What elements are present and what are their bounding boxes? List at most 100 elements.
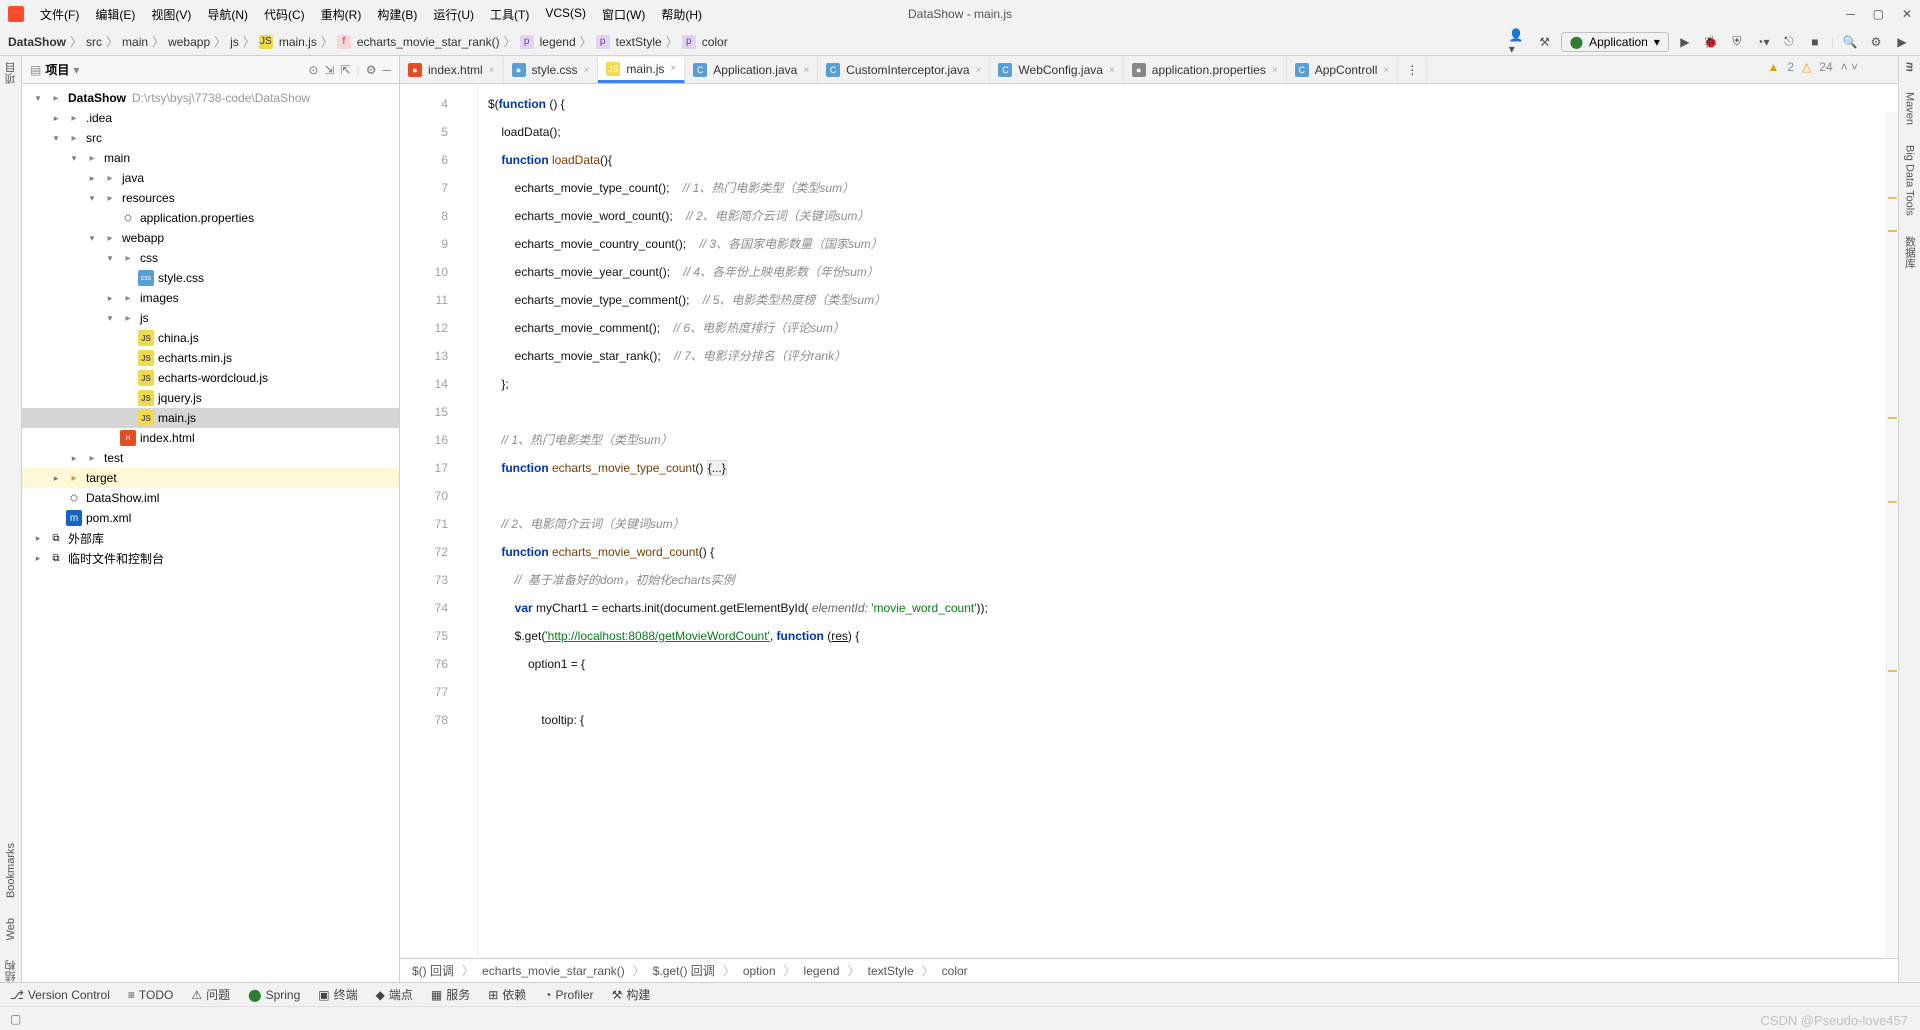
crumb-webapp[interactable]: webapp <box>168 35 210 49</box>
tree-item[interactable]: cssstyle.css <box>22 268 399 288</box>
tool-deps[interactable]: ⊞依赖 <box>488 986 526 1003</box>
editor-tab[interactable]: JSmain.js× <box>598 57 685 83</box>
tree-item[interactable]: Hindex.html <box>22 428 399 448</box>
tool-problems[interactable]: ⚠问题 <box>191 986 230 1003</box>
menu-vcs[interactable]: VCS(S) <box>539 4 592 25</box>
chevron-updown-icon[interactable]: ˄ ˅ <box>1841 60 1858 74</box>
profile-icon[interactable]: ◔▾ <box>1753 32 1773 52</box>
menu-edit[interactable]: 编辑(E) <box>89 4 141 25</box>
attach-icon[interactable]: ⎋ <box>1779 32 1799 52</box>
editor-tab[interactable]: ●index.html× <box>400 57 504 83</box>
crumb-textstyle[interactable]: textStyle <box>616 35 662 49</box>
menu-file[interactable]: 文件(F) <box>34 4 85 25</box>
crumb-main[interactable]: main <box>122 35 148 49</box>
tree-item[interactable]: ▸▸target <box>22 468 399 488</box>
menu-refactor[interactable]: 重构(R) <box>315 4 368 25</box>
tree-item[interactable]: ▾▸css <box>22 248 399 268</box>
search-icon[interactable]: 🔍 <box>1840 32 1860 52</box>
menu-help[interactable]: 帮助(H) <box>655 4 708 25</box>
tree-item[interactable]: ▾▸webapp <box>22 228 399 248</box>
menu-view[interactable]: 视图(V) <box>145 4 197 25</box>
tree-item[interactable]: ▸▸.idea <box>22 108 399 128</box>
minimize-icon[interactable]: ─ <box>1846 7 1855 21</box>
sub-crumb[interactable]: option <box>743 964 776 978</box>
sub-crumb[interactable]: $.get() 回调 <box>653 962 715 979</box>
close-icon[interactable]: ✕ <box>1902 7 1912 21</box>
gear-icon[interactable]: ⚙ <box>1866 32 1886 52</box>
maximize-icon[interactable]: ▢ <box>1873 7 1884 21</box>
sub-crumb[interactable]: color <box>942 964 968 978</box>
rail-database[interactable]: 数据库 <box>1902 236 1918 269</box>
tree-item[interactable]: JSjquery.js <box>22 388 399 408</box>
editor-tab[interactable]: CApplication.java× <box>685 57 818 83</box>
rail-bookmarks[interactable]: Bookmarks <box>5 843 17 898</box>
menu-window[interactable]: 窗口(W) <box>596 4 651 25</box>
rail-structure[interactable]: 结构 <box>3 960 19 982</box>
tree-item[interactable]: ▸⧉临时文件和控制台 <box>22 548 399 568</box>
tree-item[interactable]: JSecharts-wordcloud.js <box>22 368 399 388</box>
editor-tab[interactable]: CWebConfig.java× <box>990 57 1123 83</box>
tool-vcs[interactable]: ⎇Version Control <box>10 988 110 1002</box>
crumb-src[interactable]: src <box>86 35 102 49</box>
tool-spring[interactable]: ⬤Spring <box>248 988 300 1002</box>
editor-tab[interactable]: CCustomInterceptor.java× <box>818 57 990 83</box>
rail-web[interactable]: Web <box>5 918 17 940</box>
tool-profiler[interactable]: ◔Profiler <box>544 988 593 1002</box>
code-content[interactable]: $(function () { loadData(); function loa… <box>478 84 1898 958</box>
tree-item[interactable]: ▸▸images <box>22 288 399 308</box>
error-stripe[interactable] <box>1886 112 1898 958</box>
stop-icon[interactable]: ■ <box>1805 32 1825 52</box>
tree-item[interactable]: JSmain.js <box>22 408 399 428</box>
menu-tools[interactable]: 工具(T) <box>484 4 535 25</box>
tree-item[interactable]: ▾▸main <box>22 148 399 168</box>
tree-item[interactable]: ▸▸test <box>22 448 399 468</box>
tree-item[interactable]: ▾▸resources <box>22 188 399 208</box>
code-area[interactable]: 4567891011121314151617707172737475767778… <box>400 84 1898 958</box>
expand-all-icon[interactable]: ⇲ <box>324 63 334 77</box>
tree-item[interactable]: ▾▸DataShowD:\rtsy\bysj\7738-code\DataSho… <box>22 88 399 108</box>
editor-tab[interactable]: ●application.properties× <box>1124 57 1287 83</box>
crumb-fn[interactable]: echarts_movie_star_rank() <box>357 35 500 49</box>
run-icon[interactable]: ▶ <box>1675 32 1695 52</box>
editor-tab[interactable]: CAppControll× <box>1287 57 1399 83</box>
rail-project[interactable]: 项目 <box>3 62 19 84</box>
run-anything-icon[interactable]: ▶ <box>1892 32 1912 52</box>
menu-code[interactable]: 代码(C) <box>258 4 311 25</box>
sub-crumb[interactable]: echarts_movie_star_rank() <box>482 964 625 978</box>
coverage-icon[interactable]: ⛨ <box>1727 32 1747 52</box>
crumb-legend[interactable]: legend <box>540 35 576 49</box>
rail-m-icon[interactable]: m <box>1904 62 1916 72</box>
fold-column[interactable] <box>460 84 478 958</box>
editor-tab[interactable]: ●style.css× <box>504 57 599 83</box>
sub-crumb[interactable]: textStyle <box>868 964 914 978</box>
user-icon[interactable]: 👤▾ <box>1509 32 1529 52</box>
tree-item[interactable]: ▾▸js <box>22 308 399 328</box>
menu-run[interactable]: 运行(U) <box>427 4 480 25</box>
sub-crumb[interactable]: $() 回调 <box>412 962 454 979</box>
rail-bigdata[interactable]: Big Data Tools <box>1904 145 1916 216</box>
tool-build[interactable]: ⚒构建 <box>612 986 651 1003</box>
status-icon[interactable]: ▢ <box>10 1012 21 1026</box>
tabs-more[interactable]: ⋮ <box>1398 57 1427 83</box>
tool-endpoints[interactable]: ◆端点 <box>376 986 413 1003</box>
crumb-root[interactable]: DataShow <box>8 35 66 49</box>
tree-item[interactable]: ▾▸src <box>22 128 399 148</box>
crumb-file[interactable]: main.js <box>279 35 317 49</box>
build-hammer-icon[interactable]: ⚒ <box>1535 32 1555 52</box>
tree-item[interactable]: ▸▸java <box>22 168 399 188</box>
menu-build[interactable]: 构建(B) <box>371 4 423 25</box>
tree-item[interactable]: mpom.xml <box>22 508 399 528</box>
collapse-all-icon[interactable]: ⇱ <box>341 63 351 77</box>
tree-item[interactable]: ⛭application.properties <box>22 208 399 228</box>
tree-item[interactable]: ⛭DataShow.iml <box>22 488 399 508</box>
menu-navigate[interactable]: 导航(N) <box>201 4 254 25</box>
chevron-down-icon[interactable]: ▾ <box>73 63 79 77</box>
select-opened-icon[interactable]: ⊙ <box>308 63 318 77</box>
debug-icon[interactable]: 🐞 <box>1701 32 1721 52</box>
tool-services[interactable]: ▦服务 <box>431 986 470 1003</box>
tree-item[interactable]: ▸⧉外部库 <box>22 528 399 548</box>
project-tree[interactable]: ▾▸DataShowD:\rtsy\bysj\7738-code\DataSho… <box>22 84 399 982</box>
inspection-badge[interactable]: ▲2 △24 ˄ ˅ <box>1767 60 1858 74</box>
crumb-color[interactable]: color <box>702 35 728 49</box>
crumb-js[interactable]: js <box>230 35 239 49</box>
